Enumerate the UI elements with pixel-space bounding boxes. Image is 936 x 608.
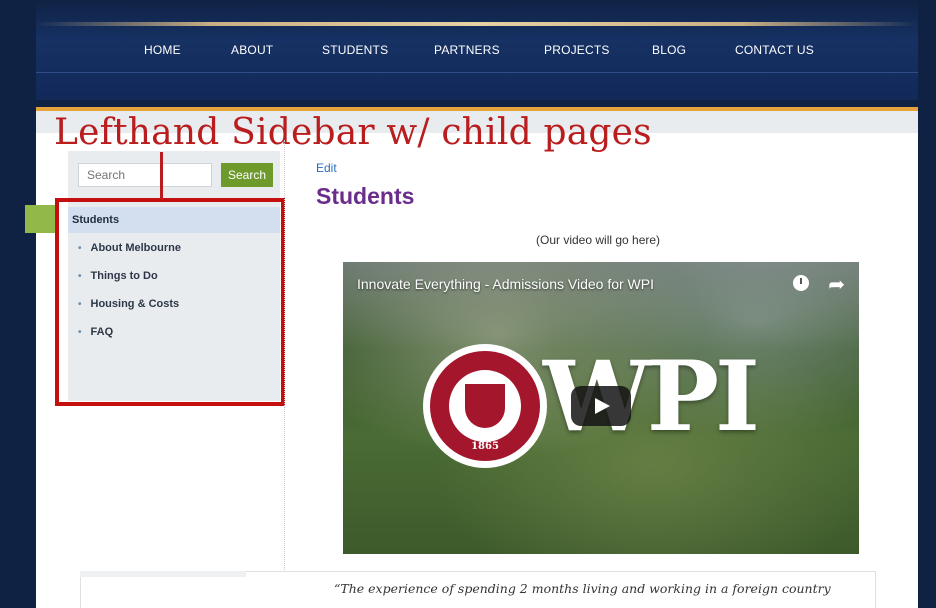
seal-year: 1865 [471, 441, 499, 452]
nav-item-contact-us[interactable]: CONTACT US [735, 43, 814, 57]
seal-shield-icon [465, 384, 505, 428]
video-title[interactable]: Innovate Everything - Admissions Video f… [357, 276, 654, 292]
testimonial-accent [80, 571, 246, 577]
page-frame: HOME ABOUT STUDENTS PARTNERS PROJECTS BL… [0, 0, 936, 608]
video-caption: (Our video will go here) [536, 233, 661, 247]
column-divider [284, 140, 285, 590]
edit-link[interactable]: Edit [316, 161, 337, 175]
nav-item-partners[interactable]: PARTNERS [434, 43, 500, 57]
nav-item-home[interactable]: HOME [144, 43, 181, 57]
watch-later-icon[interactable] [793, 275, 809, 291]
nav-item-blog[interactable]: BLOG [652, 43, 686, 57]
seal-inner [449, 370, 521, 442]
testimonial-quote: “The experience of spending 2 months liv… [334, 581, 831, 596]
play-button-icon[interactable] [571, 386, 631, 426]
nav-bottom-line [36, 72, 918, 73]
annotation-connector-line [160, 152, 163, 199]
nav-item-about[interactable]: ABOUT [231, 43, 273, 57]
share-icon[interactable]: ➦ [828, 272, 845, 297]
video-player[interactable]: Innovate Everything - Admissions Video f… [343, 262, 859, 554]
page-title: Students [316, 183, 415, 209]
annotation-highlight-box [55, 198, 285, 406]
nav-top-accent-line [36, 22, 918, 26]
annotation-label: Lefthand Sidebar w/ child pages [54, 112, 652, 153]
nav-item-projects[interactable]: PROJECTS [544, 43, 610, 57]
search-input[interactable] [78, 163, 212, 187]
search-button[interactable]: Search [221, 163, 273, 187]
sidebar-accent-tab [25, 205, 55, 233]
nav-item-students[interactable]: STUDENTS [322, 43, 388, 57]
wpi-seal-logo: 1865 [423, 344, 547, 468]
